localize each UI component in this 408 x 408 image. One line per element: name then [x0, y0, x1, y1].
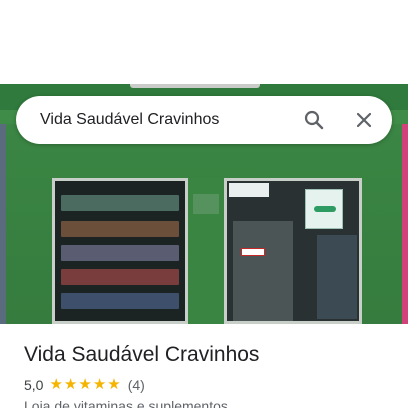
star-icon: ★: [78, 376, 92, 393]
neighbor-wall-right: [402, 124, 408, 324]
shelf: [61, 269, 179, 285]
wall-box: [193, 194, 219, 214]
star-icon: ★: [107, 376, 121, 393]
search-input[interactable]: Vida Saudável Cravinhos: [40, 96, 219, 144]
store-poster: [305, 189, 343, 229]
shelf: [61, 245, 179, 261]
door-sign: [241, 248, 265, 256]
place-title: Vida Saudável Cravinhos: [24, 343, 260, 366]
shelf: [61, 195, 179, 211]
map-top-area: [0, 0, 408, 84]
search-icon[interactable]: [302, 108, 326, 132]
search-bar[interactable]: Vida Saudável Cravinhos: [16, 96, 392, 144]
close-icon[interactable]: [352, 108, 376, 132]
rating-value: 5,0: [24, 377, 44, 393]
place-category: Loja de vitaminas e suplementos: [24, 398, 228, 408]
star-icon: ★: [49, 376, 63, 393]
shelf: [61, 293, 179, 309]
interior-shelves: [317, 235, 357, 319]
star-icon: ★: [63, 376, 78, 393]
sign-bracket: [130, 84, 260, 88]
neighbor-wall-left: [0, 124, 6, 324]
store-window-left: [52, 178, 188, 324]
star-rating: ★ ★ ★ ★ ★: [49, 376, 121, 394]
star-icon: ★: [92, 376, 107, 393]
ceiling-light: [229, 183, 269, 197]
poster-logo: [314, 206, 336, 212]
store-entrance: [224, 178, 362, 324]
door-glass: [233, 221, 293, 321]
review-count[interactable]: (4): [128, 377, 145, 393]
shelf: [61, 221, 179, 237]
rating-row[interactable]: 5,0 ★ ★ ★ ★ ★ (4): [24, 376, 145, 394]
